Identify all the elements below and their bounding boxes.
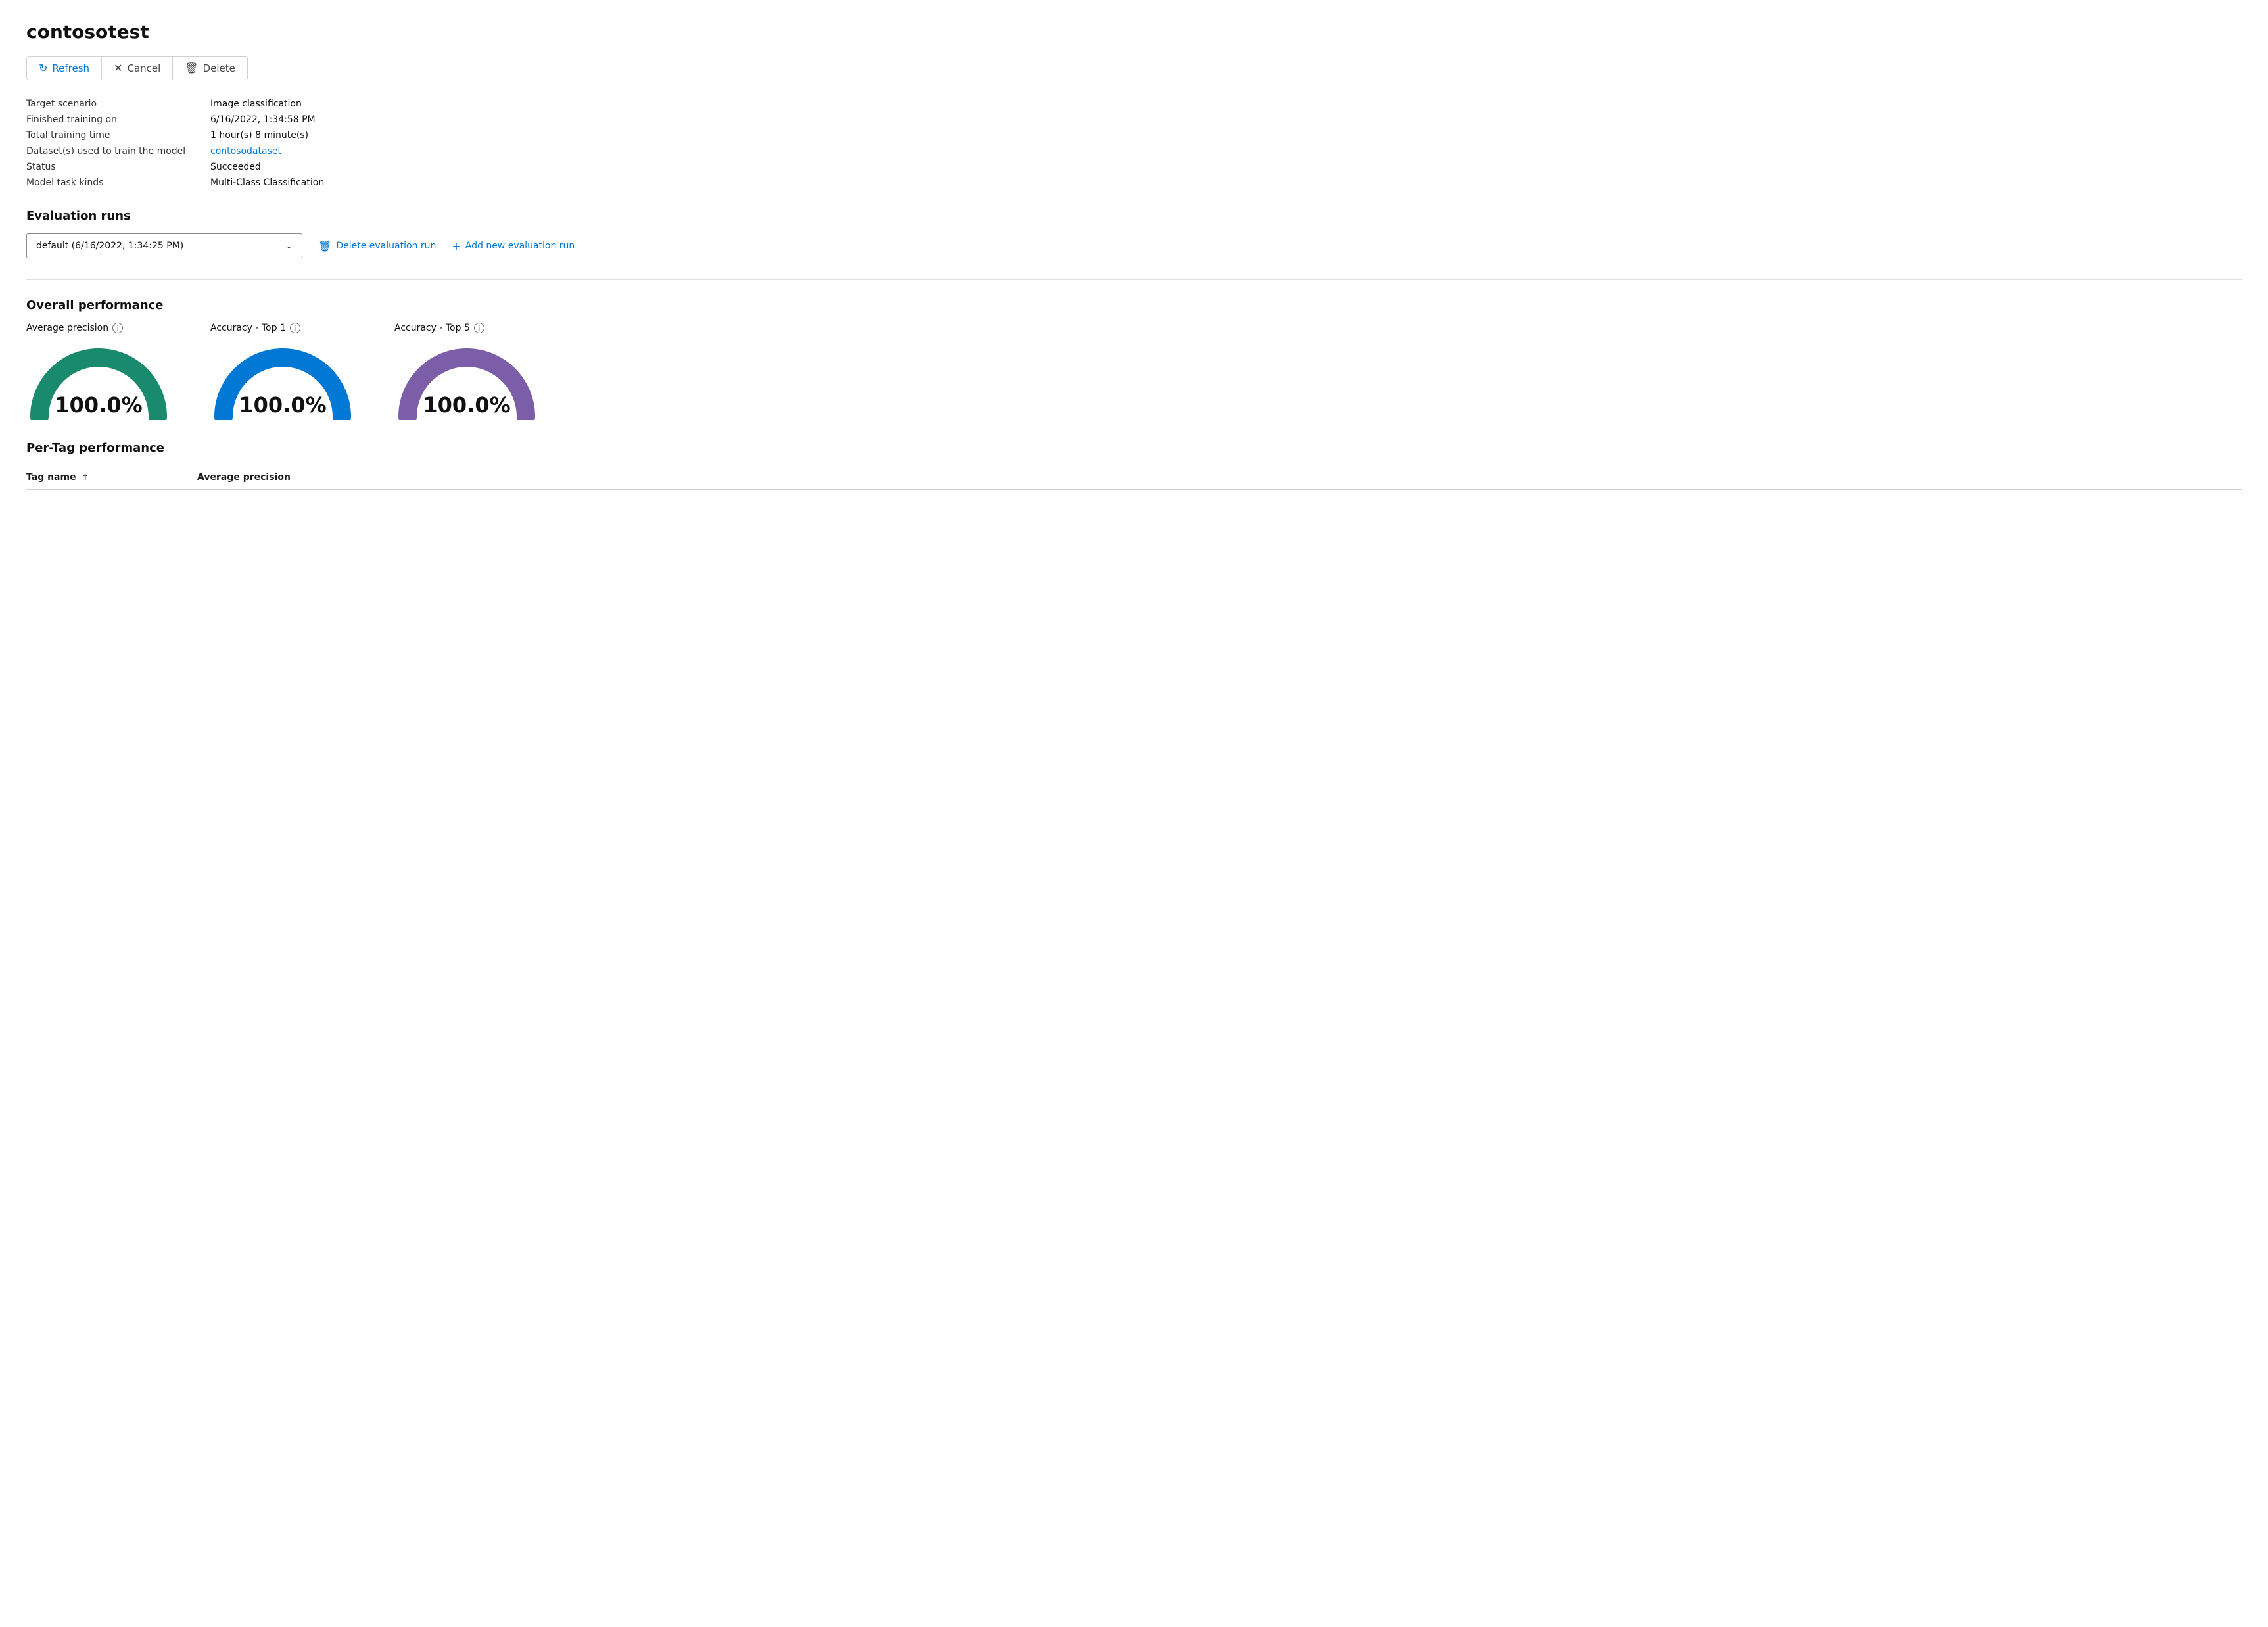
overall-performance-title: Overall performance (26, 298, 2242, 312)
refresh-icon: ↻ (39, 62, 47, 74)
sort-asc-icon: ↑ (82, 473, 88, 482)
chevron-down-icon: ⌄ (285, 241, 293, 251)
tag-name-column[interactable]: Tag name ↑ (26, 472, 197, 483)
status-value: Succeeded (210, 162, 2242, 172)
toolbar: ↻ Refresh ✕ Cancel 🗑 Delete (26, 56, 248, 80)
datasets-link[interactable]: contosodataset (210, 146, 2242, 156)
datasets-label: Dataset(s) used to train the model (26, 146, 210, 156)
divider (26, 279, 2242, 280)
delete-eval-button[interactable]: 🗑 Delete evaluation run (318, 240, 436, 252)
delete-label: Delete (203, 62, 235, 74)
per-tag-section: Per-Tag performance Tag name ↑ Average p… (26, 441, 2242, 490)
gauge-value: 100.0% (210, 392, 355, 420)
gauge-accuracy-top5: Accuracy - Top 5 i 100.0% (394, 323, 539, 420)
overall-performance-section: Overall performance Average precision i … (26, 298, 2242, 420)
cancel-label: Cancel (127, 62, 160, 74)
page-title: contosotest (26, 21, 2242, 43)
target-scenario-value: Image classification (210, 99, 2242, 109)
gauge-label-text: Average precision (26, 323, 108, 333)
info-icon: i (290, 323, 300, 333)
refresh-label: Refresh (52, 62, 89, 74)
finished-training-value: 6/16/2022, 1:34:58 PM (210, 114, 2242, 125)
info-grid: Target scenario Image classification Fin… (26, 99, 2242, 188)
evaluation-runs-row: default (6/16/2022, 1:34:25 PM) ⌄ 🗑 Dele… (26, 233, 2242, 258)
delete-eval-label: Delete evaluation run (336, 241, 436, 251)
model-task-value: Multi-Class Classification (210, 177, 2242, 188)
finished-training-label: Finished training on (26, 114, 210, 125)
dropdown-value: default (6/16/2022, 1:34:25 PM) (36, 241, 183, 251)
per-tag-header: Tag name ↑ Average precision (26, 465, 2242, 490)
delete-icon: 🗑 (185, 62, 198, 74)
cancel-icon: ✕ (114, 62, 122, 74)
gauge-accuracy-top1: Accuracy - Top 1 i 100.0% (210, 323, 355, 420)
total-training-label: Total training time (26, 130, 210, 141)
delete-button[interactable]: 🗑 Delete (173, 57, 247, 80)
add-eval-icon: + (452, 240, 460, 252)
cancel-button[interactable]: ✕ Cancel (102, 57, 173, 80)
model-task-label: Model task kinds (26, 177, 210, 188)
per-tag-title: Per-Tag performance (26, 441, 2242, 455)
status-label: Status (26, 162, 210, 172)
target-scenario-label: Target scenario (26, 99, 210, 109)
gauge-avg-precision: Average precision i 100.0% (26, 323, 171, 420)
total-training-value: 1 hour(s) 8 minute(s) (210, 130, 2242, 141)
avg-precision-column: Average precision (197, 472, 329, 483)
evaluation-run-dropdown[interactable]: default (6/16/2022, 1:34:25 PM) ⌄ (26, 233, 302, 258)
refresh-button[interactable]: ↻ Refresh (27, 57, 102, 80)
gauges-row: Average precision i 100.0% Accuracy - To… (26, 323, 2242, 420)
add-eval-button[interactable]: + Add new evaluation run (452, 240, 575, 252)
eval-actions: 🗑 Delete evaluation run + Add new evalua… (318, 240, 575, 252)
evaluation-runs-title: Evaluation runs (26, 209, 2242, 223)
info-icon: i (112, 323, 123, 333)
add-eval-label: Add new evaluation run (465, 241, 575, 251)
gauge-label-text: Accuracy - Top 1 (210, 323, 286, 333)
gauge-value: 100.0% (394, 392, 539, 420)
gauge-value: 100.0% (26, 392, 171, 420)
delete-eval-icon: 🗑 (318, 240, 331, 252)
info-icon: i (474, 323, 484, 333)
gauge-label-text: Accuracy - Top 5 (394, 323, 470, 333)
